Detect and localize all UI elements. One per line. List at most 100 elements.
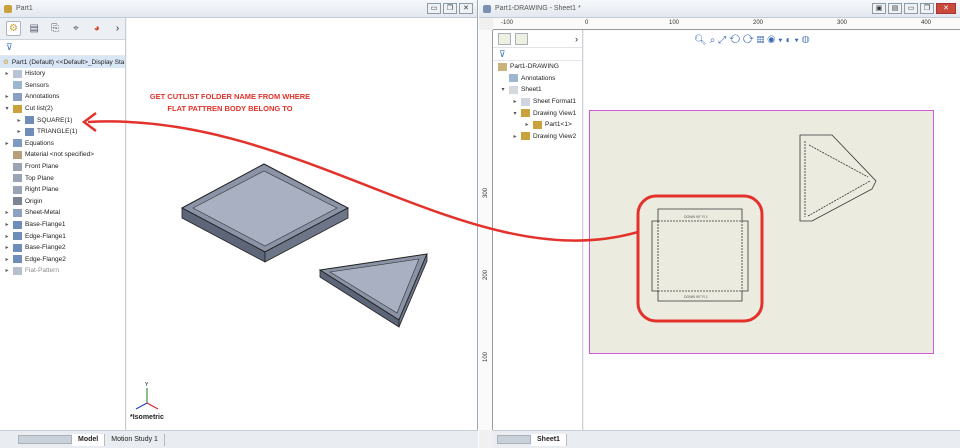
tree-item[interactable]: Sensors: [0, 80, 125, 92]
square-tray-body[interactable]: [180, 163, 350, 263]
expand-arrow-icon[interactable]: ▸: [511, 133, 519, 140]
tree-item[interactable]: ▸ Base-Flange2: [0, 242, 125, 254]
ruler-tick-label: 100: [483, 351, 490, 363]
expand-arrow-icon[interactable]: ▸: [3, 70, 11, 77]
tab-sheet1[interactable]: Sheet1: [531, 433, 567, 446]
tree-item[interactable]: ▸ Sheet Format1: [493, 96, 582, 108]
fm-root-label: Part1 (Default) <<Default>_Display Sta: [11, 58, 125, 66]
tree-item-label: Drawing View1: [533, 109, 577, 117]
tree-item-icon: [13, 150, 22, 159]
expand-arrow-icon[interactable]: ▸: [15, 128, 23, 135]
tree-item-label: Flat-Pattern: [25, 267, 59, 275]
tile-button[interactable]: ▤: [888, 3, 902, 14]
tree-item[interactable]: Origin: [0, 196, 125, 208]
dimxpert-tab-icon[interactable]: ⌖: [69, 21, 84, 36]
drawing-root-item[interactable]: Part1-DRAWING: [493, 61, 582, 73]
tree-item-label: Top Plane: [25, 174, 54, 182]
expand-arrow-icon[interactable]: ▸: [3, 267, 11, 274]
tree-item[interactable]: Right Plane: [0, 184, 125, 196]
tree-item-icon: [533, 120, 542, 129]
tree-item[interactable]: ▸ Equations: [0, 138, 125, 150]
expand-arrow-icon[interactable]: ▸: [3, 140, 11, 147]
tree-item-label: Drawing View2: [533, 132, 577, 140]
triangle-tray-body[interactable]: [318, 253, 428, 328]
tree-item[interactable]: ▸ Part1<1>: [493, 119, 582, 131]
expand-arrow-icon[interactable]: ▾: [3, 105, 11, 112]
feature-manager-tab-icon[interactable]: [498, 32, 511, 45]
tree-item[interactable]: Annotations: [493, 73, 582, 85]
tree-item[interactable]: ▸ Edge-Flange2: [0, 254, 125, 266]
tree-item[interactable]: ▸ Drawing View2: [493, 131, 582, 143]
tree-item[interactable]: ▾ Drawing View1: [493, 107, 582, 119]
tree-item-icon: [13, 104, 22, 113]
close-button[interactable]: ✕: [459, 3, 473, 14]
tab-motion-study[interactable]: Motion Study 1: [105, 433, 165, 446]
filter-icon[interactable]: ⊽: [493, 48, 582, 61]
tree-item[interactable]: ▸ SQUARE(1): [0, 114, 125, 126]
tree-item[interactable]: ▾ Sheet1: [493, 84, 582, 96]
feature-manager-tab-icon[interactable]: ⚙: [6, 21, 21, 36]
tree-item[interactable]: ▸ Flat-Pattern: [0, 265, 125, 277]
minimize-button[interactable]: ▭: [904, 3, 918, 14]
display-manager-tab-icon[interactable]: ◕: [89, 21, 104, 36]
sheet-svg: DOWN 90° R 1 DOWN 90° R 1: [651, 134, 877, 302]
expand-arrow-icon[interactable]: ▾: [499, 86, 507, 93]
expand-arrow-icon[interactable]: ▸: [3, 93, 11, 100]
tree-item[interactable]: ▸ History: [0, 68, 125, 80]
minimize-button[interactable]: ▭: [427, 3, 441, 14]
graphics-area[interactable]: Y *Isometric: [127, 18, 477, 430]
view-orientation-label: *Isometric: [130, 414, 164, 421]
configuration-manager-tab-icon[interactable]: ⎘: [48, 21, 63, 36]
restore-button[interactable]: ❐: [443, 3, 457, 14]
tree-item-icon: [13, 174, 22, 183]
more-tabs-icon[interactable]: ›: [575, 34, 578, 44]
ruler-tick-label: 200: [483, 269, 490, 281]
triangle-flat-pattern[interactable]: [799, 134, 877, 222]
tree-item[interactable]: ▸ Annotations: [0, 91, 125, 103]
close-button[interactable]: ✕: [936, 3, 956, 14]
tree-item[interactable]: Material <not specified>: [0, 149, 125, 161]
annotation-text: GET CUTLIST FOLDER NAME FROM WHERE FLAT …: [149, 92, 311, 113]
restore-button[interactable]: ❐: [920, 3, 934, 14]
expand-arrow-icon[interactable]: ▸: [15, 117, 23, 124]
fm-root-item[interactable]: ⚙ Part1 (Default) <<Default>_Display Sta: [0, 56, 125, 68]
tab-scroll-nav[interactable]: [18, 435, 72, 444]
tree-item-icon: [521, 132, 530, 141]
expand-arrow-icon[interactable]: ▸: [523, 121, 531, 128]
ruler-tick-label: 300: [837, 20, 848, 26]
expand-arrow-icon[interactable]: ▸: [3, 244, 11, 251]
expand-arrow-icon[interactable]: ▸: [3, 233, 11, 240]
window-option-button[interactable]: ▣: [872, 3, 886, 14]
tree-item-icon: [13, 81, 22, 90]
expand-arrow-icon[interactable]: ▸: [3, 221, 11, 228]
filter-icon[interactable]: ⊽: [0, 40, 125, 56]
part-window-title: Part1: [16, 5, 33, 12]
tab-model[interactable]: Model: [72, 433, 106, 446]
square-flat-pattern[interactable]: [651, 208, 749, 302]
svg-text:Y: Y: [145, 382, 149, 388]
tree-item[interactable]: ▾ Cut list(2): [0, 103, 125, 115]
property-manager-tab-icon[interactable]: [515, 32, 528, 45]
property-manager-tab-icon[interactable]: ▤: [27, 21, 42, 36]
expand-arrow-icon[interactable]: ▾: [511, 110, 519, 117]
right-bottom-tabs: Sheet1: [493, 430, 960, 448]
drawing-icon: [498, 62, 507, 71]
expand-arrow-icon[interactable]: ▸: [3, 256, 11, 263]
tab-scroll-nav[interactable]: [497, 435, 531, 444]
tree-item[interactable]: ▸ TRIANGLE(1): [0, 126, 125, 138]
expand-arrow-icon[interactable]: ▸: [511, 98, 519, 105]
tree-item-label: SQUARE(1): [37, 116, 73, 124]
tree-item[interactable]: ▸ Edge-Flange1: [0, 230, 125, 242]
tree-item-icon: [13, 220, 22, 229]
tree-item[interactable]: ▸ Sheet-Metal: [0, 207, 125, 219]
tree-item-label: History: [25, 70, 46, 78]
view-toolbar[interactable]: 🔍︎⌕⤢⟲⟳▦◉▾◐▾◍: [694, 35, 813, 46]
tree-item[interactable]: Top Plane: [0, 172, 125, 184]
more-tabs-icon[interactable]: ›: [110, 21, 125, 36]
expand-arrow-icon[interactable]: ▸: [3, 209, 11, 216]
left-bottom-tabs: Model Motion Study 1: [0, 430, 478, 448]
tree-item-icon: [13, 208, 22, 217]
drawing-sheet[interactable]: DOWN 90° R 1 DOWN 90° R 1: [589, 110, 934, 354]
tree-item[interactable]: ▸ Base-Flange1: [0, 219, 125, 231]
tree-item[interactable]: Front Plane: [0, 161, 125, 173]
